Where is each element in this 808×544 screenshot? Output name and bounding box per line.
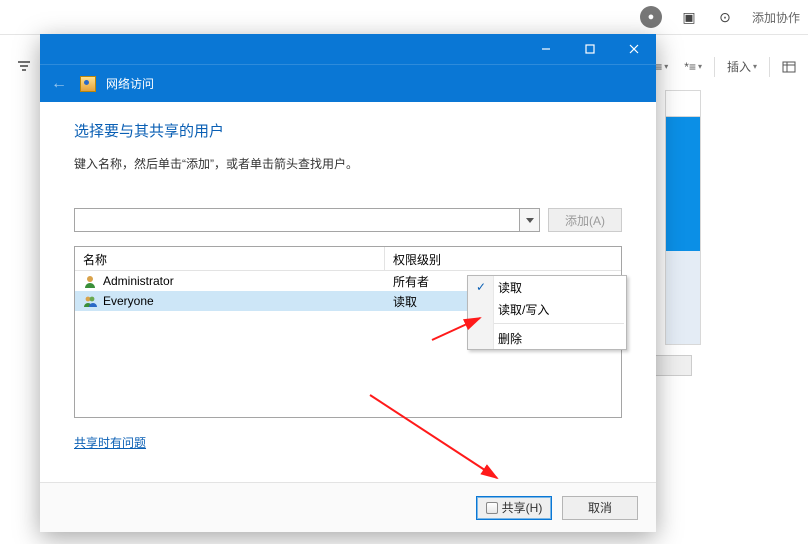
permission-menu: ✓ 读取 读取/写入 删除	[467, 275, 627, 350]
permission-option-readwrite[interactable]: 读取/写入	[468, 298, 626, 320]
page-subtext: 键入名称，然后单击“添加”，或者单击箭头查找用户。	[74, 155, 622, 172]
back-arrow-icon[interactable]: ←	[48, 73, 70, 95]
cancel-button[interactable]: 取消	[562, 496, 638, 520]
user-name: Everyone	[103, 294, 154, 308]
user-avatar[interactable]: ●	[640, 6, 662, 28]
permission-value: 所有者	[393, 273, 429, 290]
user-icon	[83, 274, 97, 288]
minimize-button[interactable]	[524, 34, 568, 64]
filter-icon[interactable]	[10, 55, 38, 79]
help-link[interactable]: 共享时有问题	[74, 434, 622, 451]
add-button: 添加(A)	[548, 208, 622, 232]
permission-option-delete[interactable]: 删除	[468, 327, 626, 349]
check-icon: ✓	[476, 280, 486, 294]
background-panel	[665, 90, 701, 345]
column-header-permission[interactable]: 权限级别	[385, 247, 621, 270]
combobox-dropdown-button[interactable]	[519, 209, 539, 231]
group-icon	[83, 294, 97, 308]
share-button[interactable]: 共享(H)	[476, 496, 552, 520]
chat-icon[interactable]: ▣	[680, 8, 698, 26]
window-title: 网络访问	[106, 75, 154, 92]
add-collaborator-button[interactable]: 添加协作	[752, 9, 800, 26]
insert-button[interactable]: 插入▾	[721, 55, 763, 78]
list-style-button[interactable]: *≡▾	[678, 57, 708, 77]
close-button[interactable]	[612, 34, 656, 64]
user-name: Administrator	[103, 274, 174, 288]
column-header-name[interactable]: 名称	[75, 247, 385, 270]
permission-option-read[interactable]: ✓ 读取	[468, 276, 626, 298]
dialog-footer: 共享(H) 取消	[40, 482, 656, 532]
titlebar	[40, 34, 656, 64]
table-icon[interactable]	[776, 57, 802, 77]
network-access-icon	[80, 76, 96, 92]
permission-value: 读取	[393, 293, 417, 310]
user-combobox[interactable]	[74, 208, 540, 232]
page-heading: 选择要与其共享的用户	[74, 120, 622, 141]
maximize-button[interactable]	[568, 34, 612, 64]
header-bar: ← 网络访问	[40, 64, 656, 102]
play-icon[interactable]: ⊙	[716, 8, 734, 26]
